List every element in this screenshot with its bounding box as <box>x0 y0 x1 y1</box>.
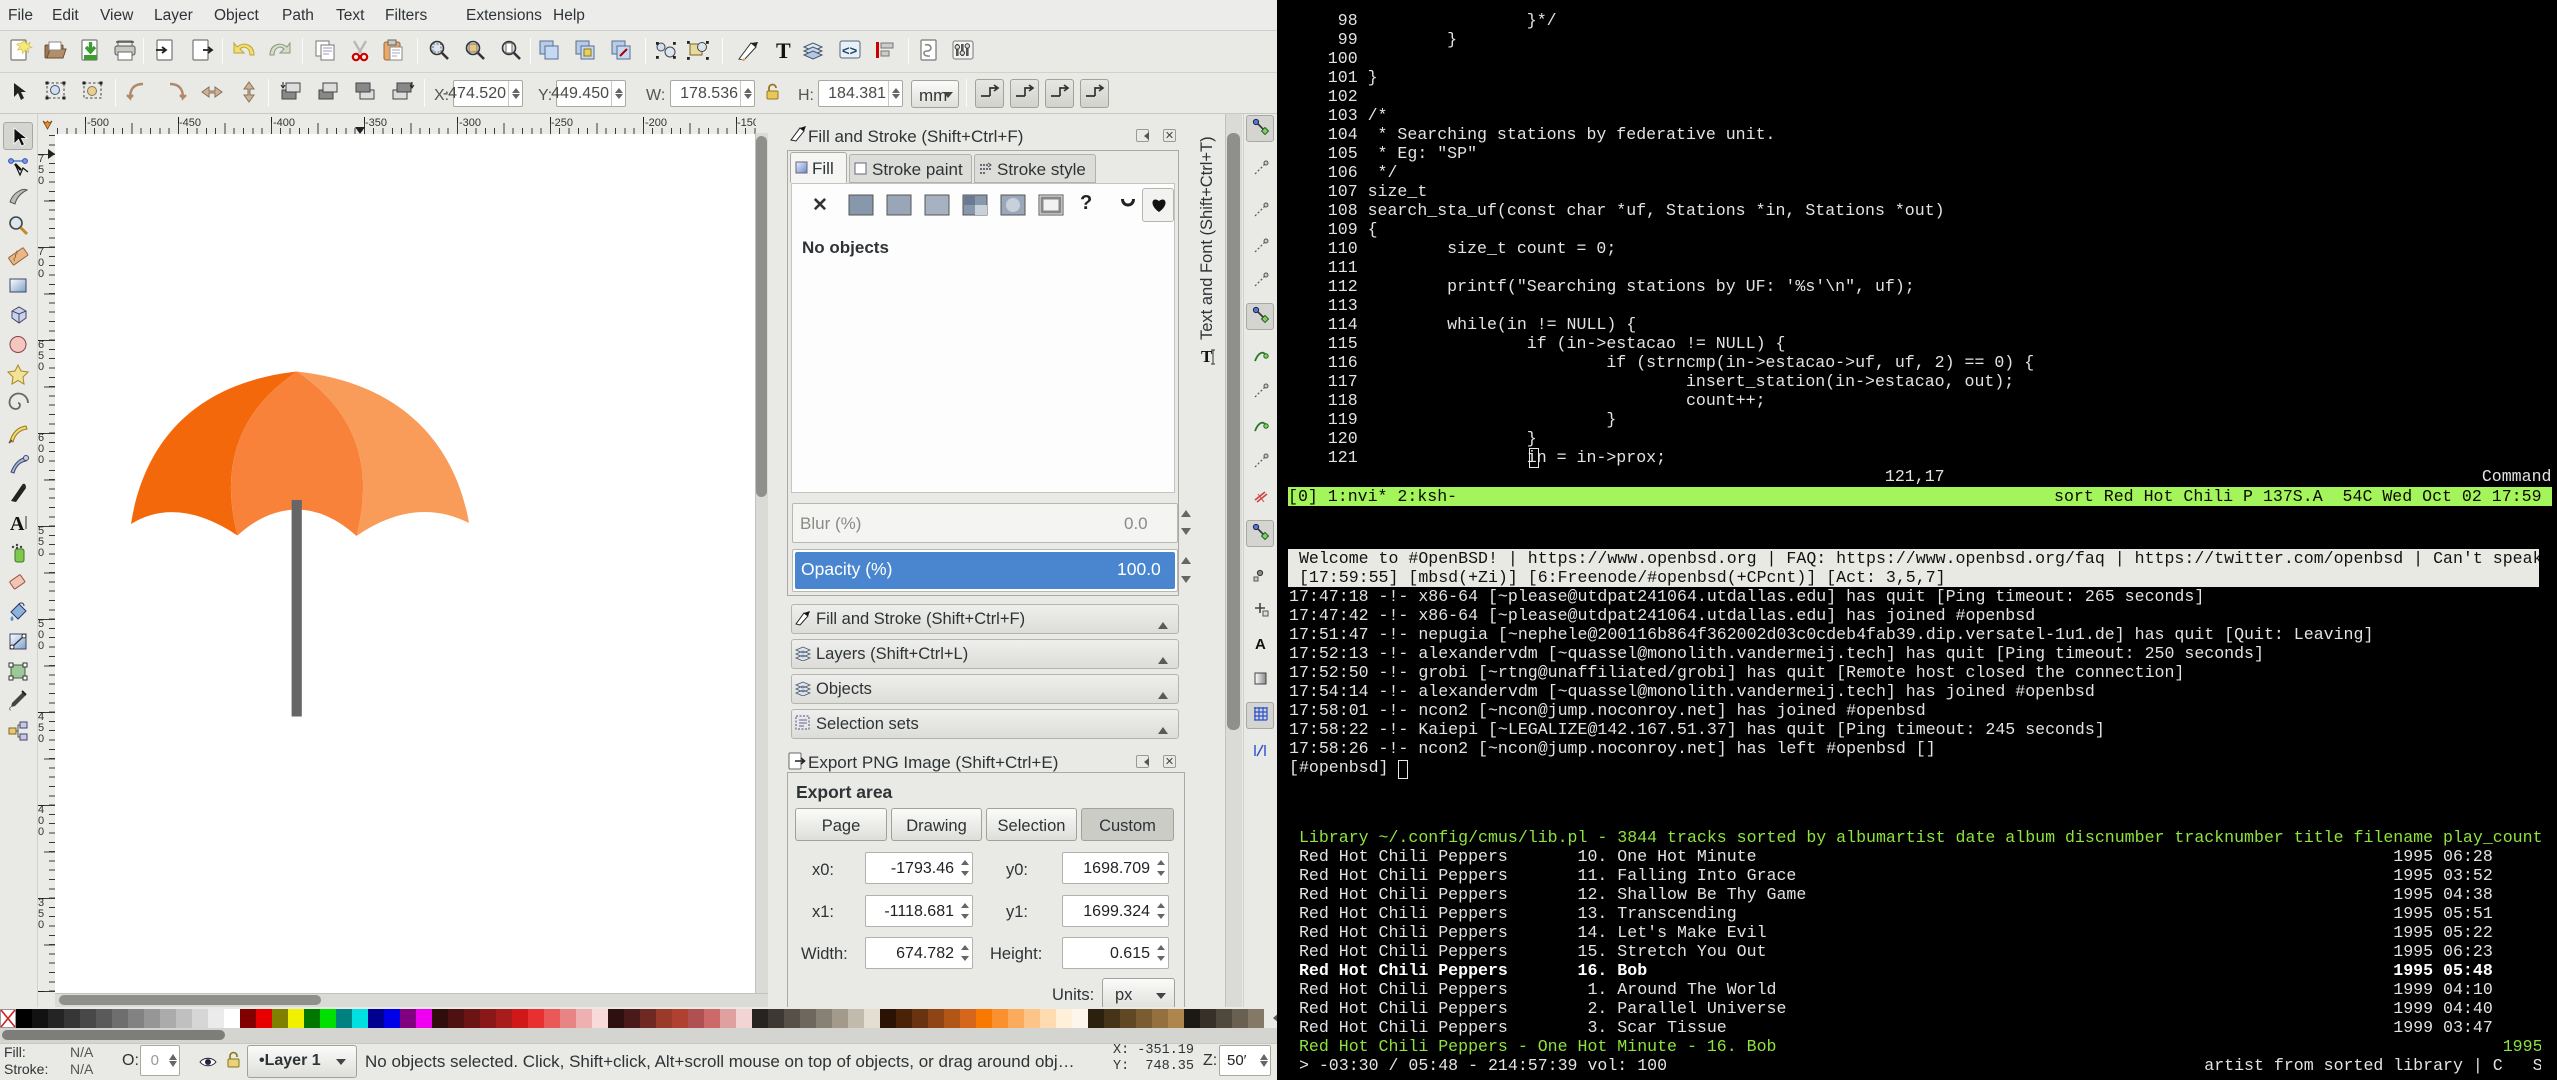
svg-text:<>: <> <box>842 43 858 58</box>
svg-text:A: A <box>10 513 25 533</box>
svg-text:A: A <box>1255 636 1266 652</box>
svg-text:T: T <box>776 39 791 63</box>
